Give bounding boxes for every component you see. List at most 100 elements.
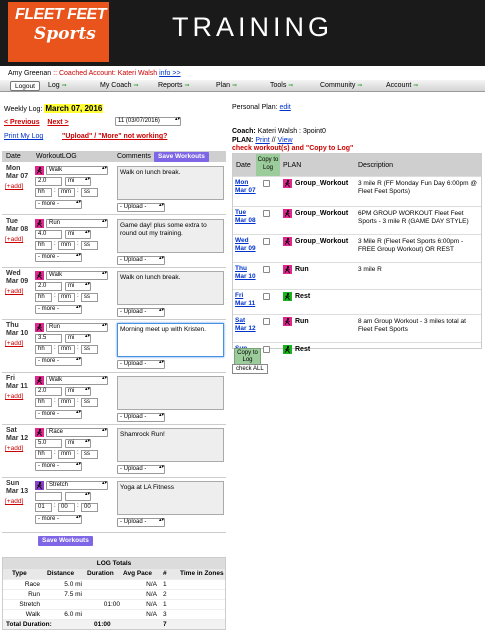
nav-item-reports[interactable]: Reports ⇒ — [158, 82, 190, 89]
workout-type-select[interactable]: Run — [46, 323, 108, 332]
distance-input[interactable]: 3.5 — [35, 334, 62, 343]
distance-input[interactable] — [35, 492, 62, 501]
upload-select[interactable]: - Upload - — [117, 308, 165, 317]
nav-item-account[interactable]: Account ⇒ — [386, 82, 418, 89]
save-workouts-button-bottom[interactable]: Save Workouts — [38, 536, 93, 546]
minutes-input[interactable]: mm — [58, 188, 75, 197]
fleet-feet-logo[interactable]: FLEET FEET Sports — [8, 2, 109, 62]
hours-input[interactable]: hh — [35, 241, 52, 250]
upload-select[interactable]: - Upload - — [117, 256, 165, 265]
upload-select[interactable]: - Upload - — [117, 518, 165, 527]
upload-help-link[interactable]: "Upload" / "More" not working? — [62, 133, 167, 140]
distance-unit-select[interactable]: mi — [65, 334, 91, 343]
edit-plan-link[interactable]: edit — [279, 104, 290, 111]
distance-unit-select[interactable]: mi — [65, 177, 91, 186]
seconds-input[interactable]: ss — [81, 450, 98, 459]
workout-type-select[interactable]: Walk — [46, 166, 108, 175]
next-week-link[interactable]: Next > — [47, 119, 68, 126]
distance-unit-select[interactable] — [65, 492, 91, 501]
week-select[interactable]: 11 (03/07/2016) — [115, 117, 181, 126]
hours-input[interactable]: hh — [35, 450, 52, 459]
upload-select[interactable]: - Upload - — [117, 360, 165, 369]
nav-item-tools[interactable]: Tools ⇒ — [270, 82, 293, 89]
more-select[interactable]: - more - — [35, 410, 82, 419]
hours-input[interactable]: hh — [35, 345, 52, 354]
nav-item-community[interactable]: Community ⇒ — [320, 82, 362, 89]
previous-week-link[interactable]: < Previous — [4, 119, 40, 126]
print-plan-link[interactable]: Print — [255, 137, 269, 144]
plan-day-link[interactable]: Mon Mar 07 — [235, 179, 256, 194]
plan-day-link[interactable]: Fri Mar 11 — [235, 292, 255, 307]
info-link[interactable]: info >> — [159, 70, 180, 77]
hours-input[interactable]: hh — [35, 398, 52, 407]
add-workout-link[interactable]: [+add] — [5, 498, 23, 505]
distance-input[interactable]: 2.0 — [35, 282, 62, 291]
logout-button[interactable]: Logout — [10, 81, 40, 91]
workout-type-select[interactable]: Race — [46, 428, 108, 437]
workout-type-select[interactable]: Walk — [46, 376, 108, 385]
distance-unit-select[interactable]: mi — [65, 387, 91, 396]
add-workout-link[interactable]: [+add] — [5, 183, 23, 190]
comment-textarea[interactable] — [117, 376, 224, 410]
add-workout-link[interactable]: [+add] — [5, 393, 23, 400]
add-workout-link[interactable]: [+add] — [5, 340, 23, 347]
copy-checkbox[interactable] — [263, 180, 270, 187]
plan-day-link[interactable]: Wed Mar 09 — [235, 237, 256, 252]
print-log-link[interactable]: Print My Log — [4, 133, 43, 140]
hours-input[interactable]: 01 — [35, 503, 52, 512]
copy-checkbox[interactable] — [263, 293, 270, 300]
workout-type-select[interactable]: Walk — [46, 271, 108, 280]
upload-select[interactable]: - Upload - — [117, 203, 165, 212]
check-all-button[interactable]: check ALL — [232, 364, 268, 374]
nav-item-plan[interactable]: Plan ⇒ — [216, 82, 237, 89]
plan-day-link[interactable]: Tue Mar 08 — [235, 209, 256, 224]
distance-input[interactable]: 2.0 — [35, 387, 62, 396]
comment-textarea[interactable]: Walk on lunch break. — [117, 166, 224, 200]
minutes-input[interactable]: mm — [58, 450, 75, 459]
workout-type-select[interactable]: Stretch — [46, 481, 108, 490]
more-select[interactable]: - more - — [35, 253, 82, 262]
upload-select[interactable]: - Upload - — [117, 413, 165, 422]
seconds-input[interactable]: ss — [81, 241, 98, 250]
upload-select[interactable]: - Upload - — [117, 465, 165, 474]
hours-input[interactable]: hh — [35, 293, 52, 302]
seconds-input[interactable]: ss — [81, 398, 98, 407]
distance-unit-select[interactable]: mi — [65, 439, 91, 448]
add-workout-link[interactable]: [+add] — [5, 236, 23, 243]
copy-to-log-button[interactable]: Copy to Log — [234, 348, 261, 365]
more-select[interactable]: - more - — [35, 200, 82, 209]
minutes-input[interactable]: mm — [58, 293, 75, 302]
copy-checkbox[interactable] — [263, 238, 270, 245]
copy-checkbox[interactable] — [263, 318, 270, 325]
comment-textarea[interactable]: Yoga at LA Fitness — [117, 481, 224, 515]
save-workouts-button-top[interactable]: Save Workouts — [154, 152, 209, 162]
seconds-input[interactable]: ss — [81, 188, 98, 197]
nav-item-log[interactable]: Log ⇒ — [48, 82, 67, 89]
distance-input[interactable]: 5.0 — [35, 439, 62, 448]
minutes-input[interactable]: mm — [58, 345, 75, 354]
comment-textarea[interactable]: Walk on lunch break. — [117, 271, 224, 305]
seconds-input[interactable]: ss — [81, 345, 98, 354]
nav-item-my-coach[interactable]: My Coach ⇒ — [100, 82, 139, 89]
minutes-input[interactable]: mm — [58, 241, 75, 250]
copy-checkbox[interactable] — [263, 266, 270, 273]
minutes-input[interactable]: mm — [58, 398, 75, 407]
comment-textarea[interactable]: Morning meet up with Kristen. — [117, 323, 224, 357]
workout-type-select[interactable]: Run — [46, 219, 108, 228]
comment-textarea[interactable]: Shamrock Run! — [117, 428, 224, 462]
comment-textarea[interactable]: Game day! plus some extra to round out m… — [117, 219, 224, 253]
add-workout-link[interactable]: [+add] — [5, 445, 23, 452]
more-select[interactable]: - more - — [35, 462, 82, 471]
more-select[interactable]: - more - — [35, 305, 82, 314]
plan-day-link[interactable]: Sat Mar 12 — [235, 317, 256, 332]
distance-input[interactable]: 2.0 — [35, 177, 62, 186]
minutes-input[interactable]: 00 — [58, 503, 75, 512]
hours-input[interactable]: hh — [35, 188, 52, 197]
more-select[interactable]: - more - — [35, 515, 82, 524]
plan-day-link[interactable]: Thu Mar 10 — [235, 265, 256, 280]
copy-checkbox[interactable] — [263, 346, 270, 353]
distance-unit-select[interactable]: mi — [65, 230, 91, 239]
copy-checkbox[interactable] — [263, 210, 270, 217]
view-plan-link[interactable]: View — [278, 137, 293, 144]
seconds-input[interactable]: ss — [81, 293, 98, 302]
